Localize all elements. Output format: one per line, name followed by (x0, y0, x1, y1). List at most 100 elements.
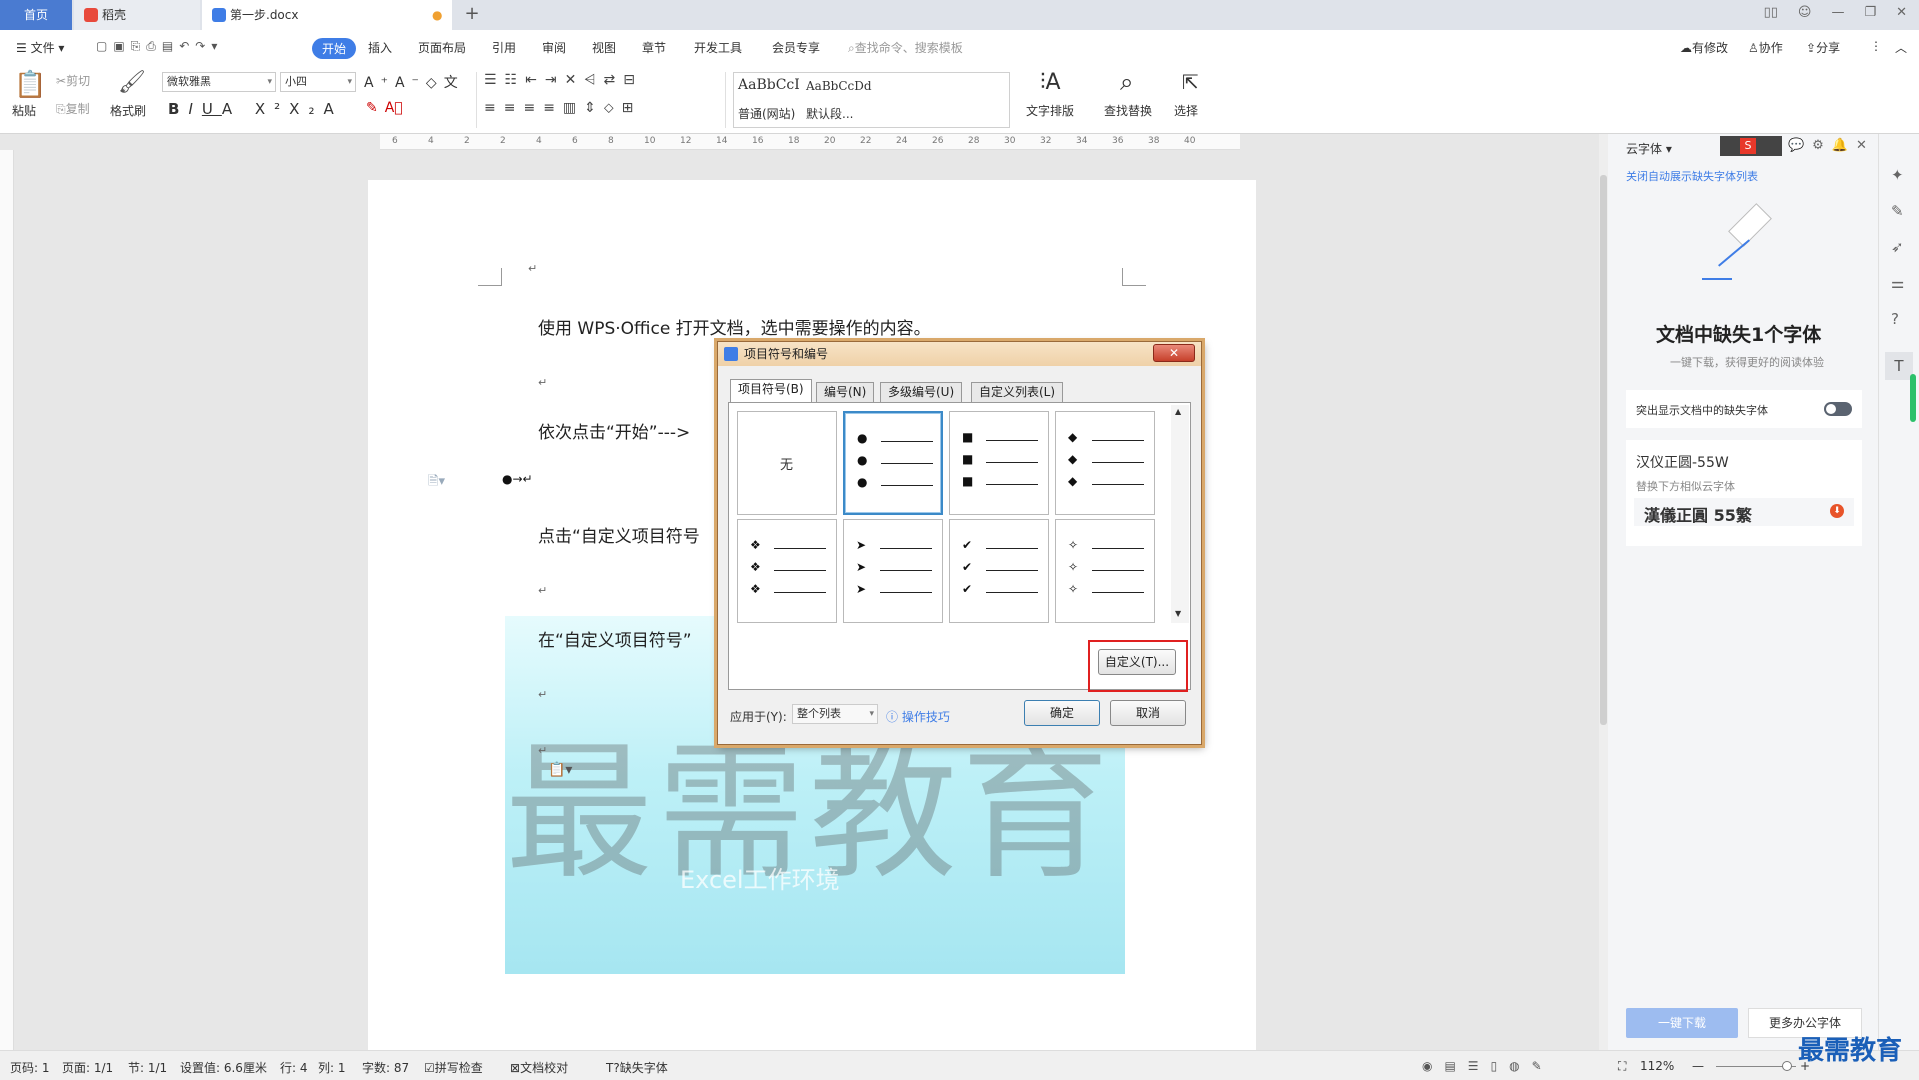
bullet-option-diamond[interactable]: ◆ ◆ ◆ (1055, 411, 1155, 515)
document-scrollbar-thumb[interactable] (1600, 175, 1607, 725)
layout-icon[interactable]: ▯▯ (1764, 5, 1778, 20)
scroll-up-icon[interactable]: ▲ (1175, 407, 1181, 416)
style-default-paragraph[interactable]: 默认段... (806, 105, 853, 122)
select-cursor-icon[interactable]: ⇱ (1182, 70, 1199, 94)
help-icon[interactable]: ? (1891, 310, 1899, 328)
cursor-icon[interactable]: ➶ (1891, 238, 1904, 256)
dialog-title[interactable]: 项目符号和编号 (718, 342, 1201, 366)
menu-file[interactable]: ☰ 文件 ▾ (16, 39, 64, 56)
doc-proof-button[interactable]: ⊠文档校对 (510, 1059, 568, 1076)
menu-member[interactable]: 会员专享 (772, 39, 820, 56)
menu-view[interactable]: 视图 (592, 39, 616, 56)
sliders-icon[interactable]: ⚌ (1891, 274, 1904, 292)
tab-multilevel[interactable]: 多级编号(U) (880, 382, 963, 402)
share-button[interactable]: ⇪分享 (1806, 39, 1840, 56)
bullet-option-fourdiamond[interactable]: ❖ ❖ ❖ (737, 519, 837, 623)
bullet-option-check[interactable]: ✔ ✔ ✔ (949, 519, 1049, 623)
list-tools[interactable]: ☰☷⇤⇥✕⩤⇄⊟ (484, 72, 643, 88)
quick-access-toolbar[interactable]: ▢▣⎘⎙▤↶↷▾ (96, 39, 223, 54)
panel-header[interactable]: 云字体 ▾ (1626, 140, 1672, 157)
bullet-option-round[interactable]: ● ● ● (843, 411, 943, 515)
spell-check-button[interactable]: ☑拼写检查 (424, 1059, 483, 1076)
style-gallery[interactable]: AaBbCcI 普通(网站) AaBbCcDd 默认段... (733, 72, 1010, 128)
more-icon[interactable]: ⋮ (1870, 39, 1882, 53)
style-normal-web[interactable]: 普通(网站) (738, 105, 795, 122)
bullet-option-star[interactable]: ✧ ✧ ✧ (1055, 519, 1155, 623)
menu-page-layout[interactable]: 页面布局 (418, 39, 466, 56)
panel-controls[interactable]: 💬⚙🔔✕ (1788, 138, 1875, 153)
doc-side-icon[interactable]: 🗎▾ (428, 472, 445, 494)
find-replace-icon[interactable]: ⌕ (1120, 68, 1133, 96)
zoom-slider-handle[interactable] (1782, 1061, 1792, 1071)
tab-custom-list[interactable]: 自定义列表(L) (971, 382, 1064, 402)
apply-to-select[interactable]: 整个列表 (792, 704, 878, 724)
format-painter-icon[interactable]: 🖌 (118, 70, 146, 95)
find-replace-button[interactable]: 查找替换 (1104, 102, 1152, 119)
download-button[interactable]: 一键下载 (1626, 1008, 1738, 1038)
pen-icon[interactable]: ✎ (1891, 202, 1904, 220)
menu-chapter[interactable]: 章节 (642, 39, 666, 56)
missing-font-button[interactable]: T?缺失字体 (606, 1059, 668, 1076)
doc-paragraph-4[interactable]: 在“自定义项目符号” (538, 626, 692, 651)
dialog-close-button[interactable]: ✕ (1153, 344, 1195, 362)
tab-bullets[interactable]: 项目符号(B) (730, 379, 812, 402)
font-name-select[interactable]: 微软雅黑 (162, 72, 276, 92)
modify-button[interactable]: ☁有修改 (1680, 39, 1728, 56)
menu-references[interactable]: 引用 (492, 39, 516, 56)
bullet-option-square[interactable]: ■ ■ ■ (949, 411, 1049, 515)
paste-button[interactable]: 粘贴 (12, 102, 36, 119)
command-search[interactable]: ⌕查找命令、搜索模板 (848, 39, 963, 56)
zoom-out-icon[interactable]: — (1692, 1059, 1704, 1073)
fit-page-icon[interactable]: ⛶ (1618, 1059, 1626, 1074)
doc-paragraph-1[interactable]: 使用 WPS·Office 打开文档，选中需要操作的内容。 (538, 314, 931, 339)
font-size-select[interactable]: 小四 (280, 72, 356, 92)
font-size-tools[interactable]: A⁺A⁻◇文 (364, 72, 465, 92)
highlight-toggle[interactable] (1824, 402, 1852, 416)
text-layout-icon[interactable]: ⫶A (1040, 70, 1061, 95)
ok-button[interactable]: 确定 (1024, 700, 1100, 726)
tab-home[interactable]: 首页 (0, 0, 72, 30)
minimize-icon[interactable]: — (1831, 5, 1844, 20)
view-mode-icons[interactable]: ◉▤☰▯◍✎ (1422, 1059, 1554, 1073)
paste-options-icon[interactable]: 📋▾ (548, 762, 572, 778)
align-tools[interactable]: ≡≡≡≡▥⇕⬦⊞ (484, 100, 641, 116)
bullet-point[interactable]: ●→↵ (502, 472, 533, 486)
menu-review[interactable]: 审阅 (542, 39, 566, 56)
close-auto-list-link[interactable]: 关闭自动展示缺失字体列表 (1626, 168, 1758, 184)
collab-button[interactable]: ♙协作 (1748, 39, 1783, 56)
scroll-indicator[interactable] (1910, 374, 1916, 422)
zoom-level[interactable]: 112% (1640, 1059, 1674, 1073)
paste-icon[interactable]: 📋 (14, 70, 46, 100)
bullet-option-arrow[interactable]: ➤ ➤ ➤ (843, 519, 943, 623)
cut-button[interactable]: ✂剪切 (56, 72, 90, 89)
copy-button[interactable]: ⎘复制 (56, 100, 90, 117)
vertical-ruler[interactable] (0, 150, 14, 1050)
bullet-option-none[interactable]: 无 (737, 411, 837, 515)
horizontal-ruler[interactable]: 6 4 2 2 4 6 8 10 12 14 16 18 20 22 24 26 28 30 32 34 36 38 40 (380, 134, 1240, 150)
ime-toolbar[interactable]: S (1720, 136, 1782, 156)
format-painter-button[interactable]: 格式刷 (110, 102, 146, 119)
restore-icon[interactable]: ❐ (1864, 5, 1876, 20)
tab-numbering[interactable]: 编号(N) (816, 382, 875, 402)
menu-developer[interactable]: 开发工具 (694, 39, 742, 56)
menu-insert[interactable]: 插入 (368, 39, 392, 56)
scroll-down-icon[interactable]: ▼ (1175, 609, 1181, 618)
tips-link[interactable]: ⓘ 操作技巧 (886, 708, 950, 725)
collapse-ribbon-icon[interactable]: ︿ (1895, 39, 1907, 56)
tab-document[interactable]: 第一步.docx ● (202, 0, 452, 30)
select-button[interactable]: 选择 (1174, 102, 1198, 119)
text-layout-button[interactable]: 文字排版 (1026, 102, 1074, 119)
status-words[interactable]: 字数: 87 (362, 1059, 409, 1076)
rocket-icon[interactable]: ✦ (1891, 166, 1904, 184)
font-format-tools[interactable]: BIUA X²X₂A (168, 100, 343, 118)
font-t-icon[interactable]: T (1885, 352, 1913, 380)
gallery-scrollbar[interactable]: ▲ ▼ (1171, 405, 1189, 623)
doc-paragraph-2[interactable]: 依次点击“开始”---> (538, 418, 690, 443)
avatar[interactable]: ☺ (1798, 5, 1812, 20)
menu-home[interactable]: 开始 (312, 38, 357, 59)
close-window-icon[interactable]: ✕ (1896, 5, 1907, 20)
tab-docer[interactable]: 稻壳 (74, 0, 200, 30)
font-color-tools[interactable]: ✎A⃞ (366, 100, 410, 116)
doc-paragraph-3[interactable]: 点击“自定义项目符号 (538, 522, 700, 547)
new-tab-button[interactable]: + (460, 0, 484, 30)
